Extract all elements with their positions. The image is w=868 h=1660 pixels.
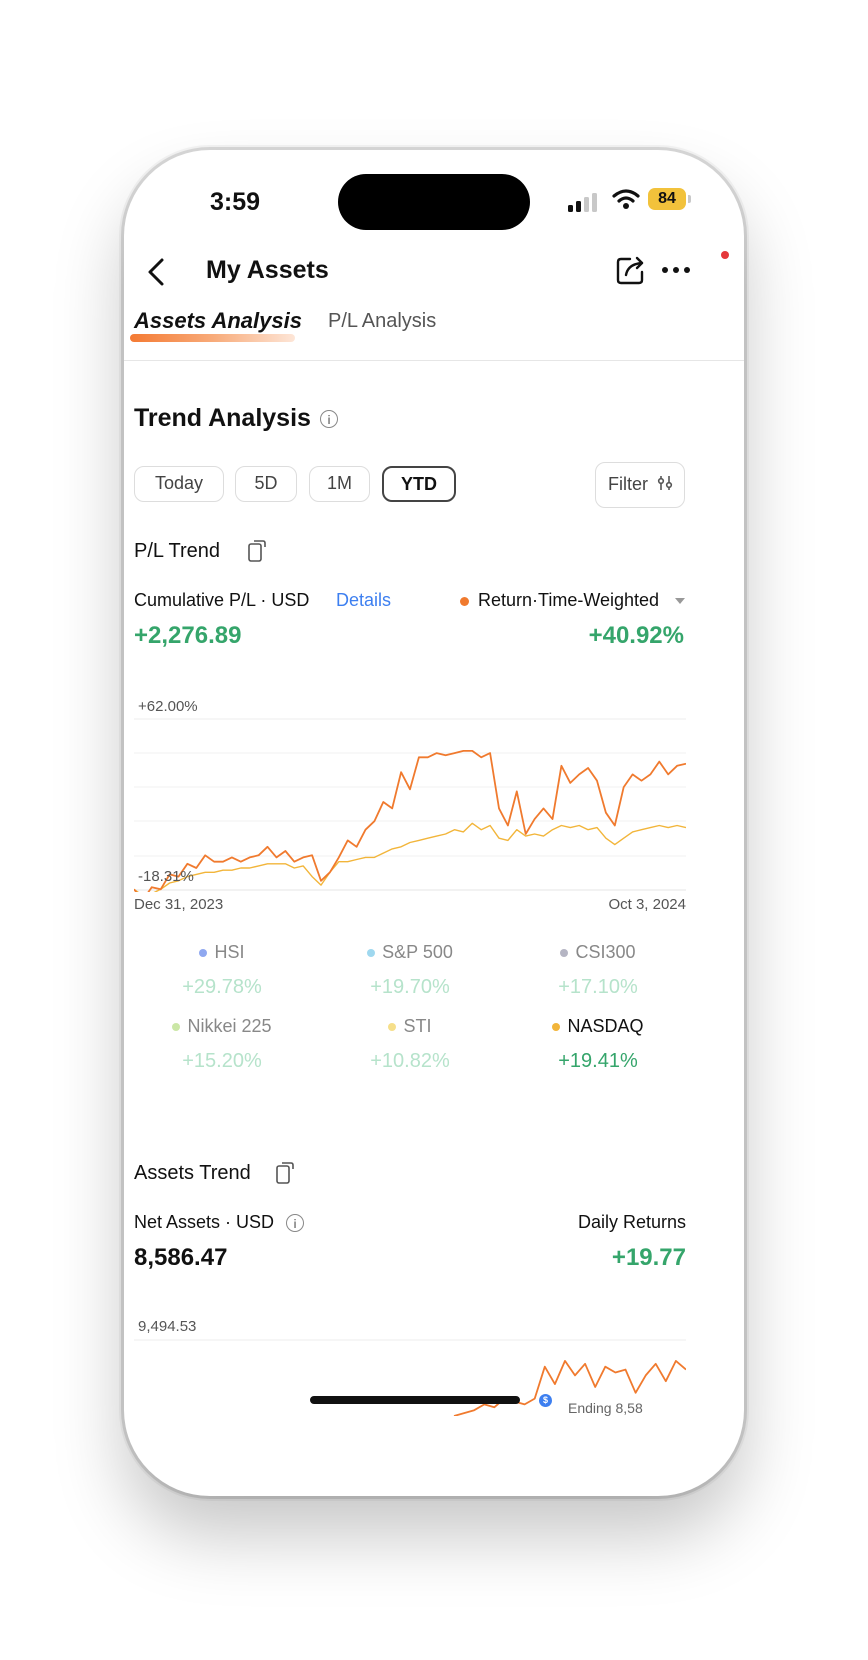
notification-dot [721, 251, 729, 259]
legend-dot [560, 949, 569, 958]
home-indicator[interactable] [310, 1396, 520, 1404]
period-ytd-button[interactable]: YTD [382, 466, 456, 502]
tab-pl-analysis[interactable]: P/L Analysis [328, 310, 436, 333]
legend-dot [199, 949, 208, 958]
benchmark-sti-value: +10.82% [370, 1050, 450, 1072]
benchmark-name: S&P 500 [382, 942, 453, 962]
return-type-selector[interactable]: Return·Time-Weighted [478, 590, 659, 611]
info-icon[interactable]: i [320, 410, 338, 428]
cumulative-pl-value: +2,276.89 [134, 622, 242, 649]
net-assets-label: Net Assets · USD [134, 1212, 275, 1232]
legend-dot [367, 949, 376, 958]
pl-y-max-label: +62.00% [138, 698, 198, 715]
filter-button[interactable]: Filter [595, 462, 685, 508]
back-button[interactable] [140, 250, 180, 294]
period-5d-button[interactable]: 5D [235, 466, 297, 502]
period-today-button[interactable]: Today [134, 466, 224, 502]
daily-returns-label: Daily Returns [577, 1212, 686, 1232]
net-assets-value: 8,586.47 [134, 1244, 228, 1271]
trend-analysis-title: Trend Analysis [134, 404, 311, 432]
pl-y-min-label: -18.31% [138, 868, 194, 885]
screen: 3:59 84 My Assets Assets Analysis P/L An… [124, 150, 744, 1496]
benchmark-nikkei225-value: +15.20% [182, 1050, 262, 1072]
legend-dot [552, 1023, 561, 1032]
daily-returns-value: +19.77 [611, 1244, 686, 1271]
tab-assets-analysis[interactable]: Assets Analysis [134, 308, 302, 334]
benchmark-csi300[interactable]: CSI300 [508, 942, 688, 963]
benchmark-name: Nikkei 225 [187, 1016, 272, 1036]
share-icon [616, 256, 644, 285]
assets-trend-title: Assets Trend [134, 1162, 251, 1184]
filter-label: Filter [608, 474, 648, 494]
assets-y-max-label: 9,494.53 [138, 1318, 197, 1335]
chevron-down-icon[interactable] [675, 598, 685, 604]
battery-tip [688, 195, 691, 203]
nasdaq-series-line [134, 822, 686, 892]
benchmark-hsi-value: +29.78% [182, 976, 262, 998]
pl-trend-chart[interactable] [134, 714, 686, 892]
pl-x-end-label: Oct 3, 2024 [608, 896, 686, 913]
benchmark-name: HSI [214, 942, 245, 962]
benchmark-name: NASDAQ [567, 1016, 644, 1036]
status-time: 3:59 [210, 188, 261, 216]
benchmark-nasdaq[interactable]: NASDAQ [508, 1016, 688, 1037]
benchmark-nasdaq-value: +19.41% [558, 1050, 638, 1072]
ending-value-label: Ending 8,58 [568, 1400, 643, 1416]
wifi-icon [612, 188, 640, 216]
more-options-button[interactable] [660, 248, 710, 288]
ellipsis-icon [662, 267, 690, 273]
share-button[interactable] [610, 250, 650, 290]
phone-frame: 3:59 84 My Assets Assets Analysis P/L An… [124, 150, 744, 1496]
battery-icon: 84 [648, 188, 686, 210]
benchmark-hsi[interactable]: HSI [132, 942, 312, 963]
benchmark-sp500[interactable]: S&P 500 [320, 942, 500, 963]
page-title: My Assets [206, 256, 329, 284]
pl-trend-title: P/L Trend [134, 540, 220, 562]
benchmark-sti[interactable]: STI [320, 1016, 500, 1037]
pl-x-start-label: Dec 31, 2023 [134, 896, 224, 913]
return-legend-dot [460, 597, 469, 606]
tab-divider [124, 360, 744, 361]
cumulative-pl-label: Cumulative P/L · USD [134, 590, 310, 610]
return-value: +40.92% [588, 622, 684, 649]
dynamic-island [338, 174, 530, 230]
benchmark-name: STI [403, 1016, 432, 1036]
filter-sliders-icon [657, 476, 673, 490]
benchmark-name: CSI300 [575, 942, 636, 962]
benchmark-csi300-value: +17.10% [558, 976, 638, 998]
benchmark-nikkei225[interactable]: Nikkei 225 [132, 1016, 312, 1037]
dollar-marker-icon[interactable]: $ [539, 1394, 552, 1407]
legend-dot [172, 1023, 181, 1032]
legend-dot [388, 1023, 397, 1032]
benchmark-sp500-value: +19.70% [370, 976, 450, 998]
cellular-signal-icon [568, 192, 600, 212]
info-icon[interactable]: i [286, 1214, 304, 1232]
tab-active-underline [130, 334, 295, 342]
period-1m-button[interactable]: 1M [309, 466, 370, 502]
copy-icon[interactable] [246, 538, 268, 569]
copy-icon[interactable] [274, 1160, 296, 1191]
details-link[interactable]: Details [336, 590, 391, 611]
